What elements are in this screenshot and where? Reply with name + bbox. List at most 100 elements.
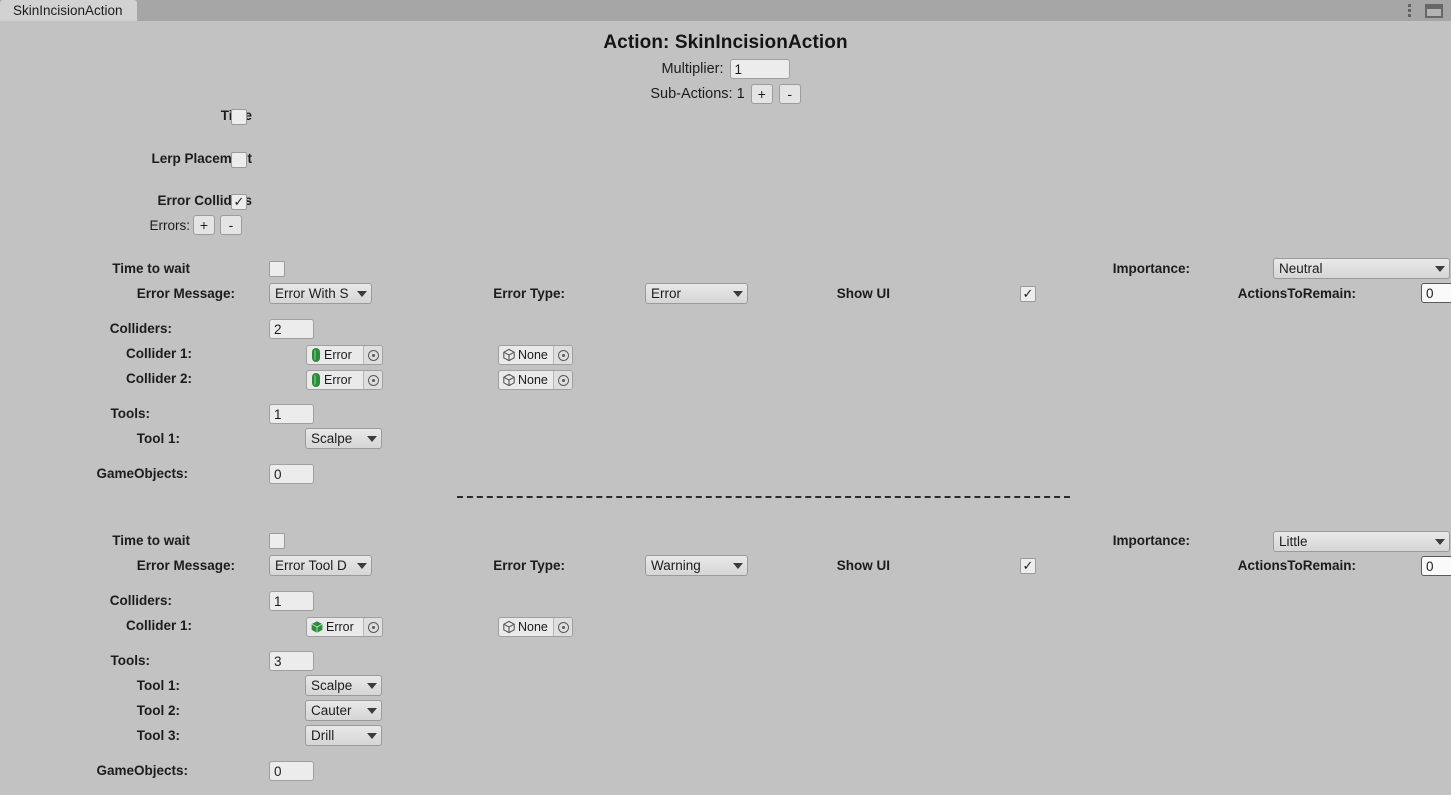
error-type-dropdown[interactable]: Warning — [645, 555, 748, 576]
actions-to-remain-input[interactable]: 0 — [1421, 556, 1451, 576]
tool-value: Drill — [311, 728, 335, 743]
multiplier-label: Multiplier: — [661, 61, 724, 77]
multiplier-input[interactable]: 1 — [729, 59, 790, 79]
capsule-collider-icon — [310, 348, 322, 362]
object-field-content: Error — [307, 348, 363, 362]
error-0-colliders-count-wrap: 2 — [269, 319, 314, 339]
actions-to-remain-label: ActionsToRemain: — [1237, 558, 1356, 573]
sub-actions-remove-button[interactable]: - — [778, 84, 801, 104]
tools-count-input[interactable]: 1 — [269, 404, 314, 424]
gameobject-object-field[interactable]: None — [498, 345, 573, 365]
importance-dropdown[interactable]: Little — [1273, 531, 1450, 552]
object-picker-button[interactable] — [553, 618, 572, 636]
error-1-collider-0-left-field-wrap: Error — [306, 617, 383, 637]
collider-object-field[interactable]: Error — [306, 370, 383, 390]
collider-object-field[interactable]: Error — [306, 345, 383, 365]
tools-count-input[interactable]: 3 — [269, 651, 314, 671]
tool-row-label: Tool 3: — [136, 728, 180, 743]
error-0-colliders-label-wrap: Colliders: — [0, 321, 172, 336]
error-colliders-label-wrap: Error Colliders — [0, 193, 252, 208]
error-message-dropdown[interactable]: Error With S — [269, 283, 372, 304]
chevron-down-icon — [367, 435, 377, 442]
object-picker-button[interactable] — [553, 346, 572, 364]
gameobjects-count-input[interactable]: 0 — [269, 464, 314, 484]
error-1-tool-0-wrap: Scalpe — [305, 675, 382, 696]
object-field-content: None — [499, 348, 553, 362]
tool-dropdown[interactable]: Cauter — [305, 700, 382, 721]
check-glyph: ✓ — [233, 194, 245, 209]
error-type-dropdown[interactable]: Error — [645, 283, 748, 304]
error-message-dropdown[interactable]: Error Tool D — [269, 555, 372, 576]
show-ui-checkbox[interactable]: ✓ — [1020, 558, 1036, 574]
chevron-down-icon — [733, 562, 743, 569]
error-0-time-to-wait-label-wrap: Time to wait — [0, 261, 190, 276]
target-dot-icon — [557, 349, 569, 361]
tool-dropdown[interactable]: Scalpe — [305, 428, 382, 449]
colliders-label: Colliders: — [109, 593, 172, 608]
importance-label: Importance: — [1112, 261, 1190, 276]
errors-remove-button[interactable]: - — [220, 215, 242, 235]
time-checkbox[interactable]: ✓ — [231, 109, 247, 125]
error-0-gameobjects-count-wrap: 0 — [269, 464, 314, 484]
tool-row-label: Tool 1: — [136, 678, 180, 693]
error-1-importance-label-wrap: Importance: — [1000, 533, 1190, 548]
lerp-checkbox-wrap: ✓ — [231, 152, 247, 168]
colliders-count-input[interactable]: 2 — [269, 319, 314, 339]
chevron-down-icon — [1435, 265, 1445, 272]
object-picker-button[interactable] — [363, 618, 382, 636]
error-1-tool-2-wrap: Drill — [305, 725, 382, 746]
object-picker-button[interactable] — [553, 371, 572, 389]
object-field-name: Error — [326, 620, 354, 634]
object-field-name: Error — [324, 373, 352, 387]
error-1-error-message-label-wrap: Error Message: — [0, 558, 235, 573]
sub-actions-add-button[interactable]: + — [750, 84, 773, 104]
error-0-collider-0-label-wrap: Collider 1: — [0, 346, 192, 361]
lerp-label-wrap: Lerp Placement — [0, 151, 252, 166]
colliders-label: Colliders: — [109, 321, 172, 336]
time-to-wait-checkbox[interactable]: ✓ — [269, 533, 285, 549]
cube-outline-icon — [502, 620, 516, 634]
error-1-show-ui-label-wrap: Show UI — [760, 558, 890, 573]
lerp-placement-checkbox[interactable]: ✓ — [231, 152, 247, 168]
time-label-wrap: Time — [0, 108, 252, 123]
error-1-tool-1-wrap: Cauter — [305, 700, 382, 721]
object-field-content: Error — [307, 373, 363, 387]
time-checkbox-wrap: ✓ — [231, 109, 247, 125]
tool-dropdown[interactable]: Scalpe — [305, 675, 382, 696]
error-0-show-ui-checkbox-wrap: ✓ — [1020, 286, 1036, 302]
gameobject-object-field[interactable]: None — [498, 370, 573, 390]
error-1-colliders-count-wrap: 1 — [269, 591, 314, 611]
chevron-down-icon — [367, 732, 377, 739]
error-1-importance-wrap: Little — [1273, 531, 1450, 552]
multiplier-row: Multiplier: 1 — [0, 59, 1451, 79]
error-1-actions-to-remain-wrap: 0 — [1421, 556, 1451, 576]
panel-layout-icon[interactable] — [1425, 3, 1443, 18]
object-picker-button[interactable] — [363, 371, 382, 389]
importance-value: Little — [1279, 534, 1308, 549]
error-0-error-type-wrap: Error — [645, 283, 748, 304]
collider-object-field[interactable]: Error — [306, 617, 383, 637]
error-0-collider-0-left-field-wrap: Error — [306, 345, 383, 365]
tab-skin-incision-action[interactable]: SkinIncisionAction — [0, 0, 137, 21]
sub-actions-label: Sub-Actions: 1 — [650, 86, 745, 102]
colliders-count-input[interactable]: 1 — [269, 591, 314, 611]
time-to-wait-checkbox[interactable]: ✓ — [269, 261, 285, 277]
actions-to-remain-input[interactable]: 0 — [1421, 283, 1451, 303]
error-0-gameobjects-label-wrap: GameObjects: — [0, 466, 188, 481]
object-picker-button[interactable] — [363, 346, 382, 364]
object-field-name: None — [518, 348, 548, 362]
errors-add-button[interactable]: + — [193, 215, 215, 235]
gameobject-object-field[interactable]: None — [498, 617, 573, 637]
kebab-menu-icon[interactable] — [1404, 4, 1416, 17]
importance-dropdown[interactable]: Neutral — [1273, 258, 1450, 279]
gameobjects-count-input[interactable]: 0 — [269, 761, 314, 781]
tool-value: Scalpe — [311, 678, 353, 693]
error-colliders-checkbox[interactable]: ✓ — [231, 194, 247, 210]
error-1-gameobjects-count-wrap: 0 — [269, 761, 314, 781]
tool-dropdown[interactable]: Drill — [305, 725, 382, 746]
show-ui-checkbox[interactable]: ✓ — [1020, 286, 1036, 302]
prefab-cube-icon — [310, 620, 324, 634]
error-0-actions-to-remain-wrap: 0 — [1421, 283, 1451, 303]
capsule-collider-icon — [310, 373, 322, 387]
chevron-down-icon — [1435, 538, 1445, 545]
